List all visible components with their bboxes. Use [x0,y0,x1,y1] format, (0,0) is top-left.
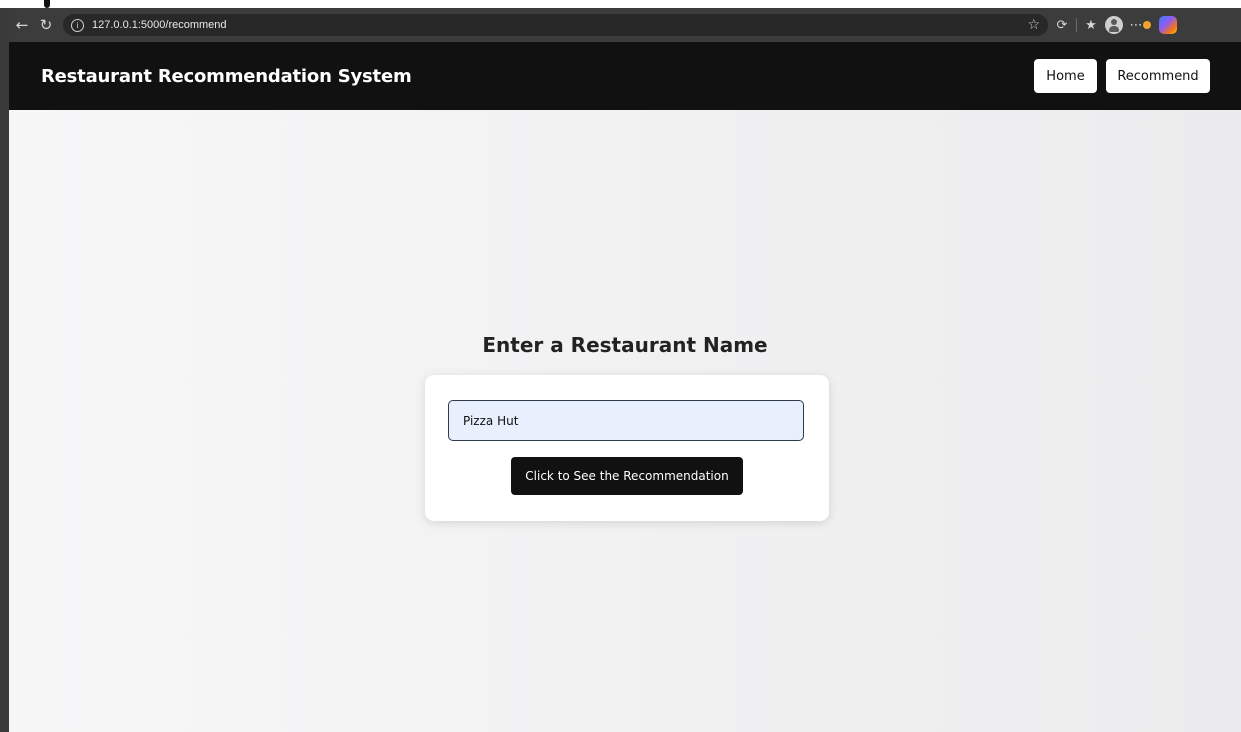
more-icon[interactable]: ⋯ [1129,15,1143,35]
profile-icon[interactable] [1105,16,1123,34]
window-left-border [0,8,9,732]
main-content: Enter a Restaurant Name Click to See the… [9,110,1241,732]
toolbar-icons: ⟳ ★ ⋯ [1052,15,1177,35]
arrow-left-icon[interactable]: ← [11,14,33,36]
address-bar[interactable]: i 127.0.0.1:5000/recommend ☆ [63,14,1048,36]
favorites-icon[interactable]: ★ [1081,15,1101,35]
recommendation-button[interactable]: Click to See the Recommendation [511,457,743,495]
page-heading: Enter a Restaurant Name [482,333,768,357]
browser-toolbar: ← ↻ i 127.0.0.1:5000/recommend ☆ ⟳ ★ ⋯ [9,8,1241,42]
reload-icon[interactable]: ↻ [35,14,57,36]
notification-dot-icon [1143,21,1151,29]
nav-recommend-button[interactable]: Recommend [1106,59,1210,93]
nav-links: Home Recommend [1025,59,1210,93]
star-icon[interactable]: ☆ [1027,17,1040,33]
brand-title[interactable]: Restaurant Recommendation System [41,66,412,87]
restaurant-name-input[interactable] [448,400,804,441]
puzzle-icon[interactable]: ⟳ [1052,15,1072,35]
copilot-icon[interactable] [1159,16,1177,34]
info-icon[interactable]: i [71,18,84,32]
url-text: 127.0.0.1:5000/recommend [92,19,227,31]
toolbar-divider [1076,18,1077,32]
text-fragment [44,0,50,8]
app-navbar: Restaurant Recommendation System Home Re… [9,42,1241,110]
nav-home-button[interactable]: Home [1034,59,1097,93]
browser-window: ← ↻ i 127.0.0.1:5000/recommend ☆ ⟳ ★ ⋯ R… [9,8,1241,732]
screenshot-stage: ← ↻ i 127.0.0.1:5000/recommend ☆ ⟳ ★ ⋯ R… [0,0,1241,732]
search-card: Click to See the Recommendation [425,375,829,521]
